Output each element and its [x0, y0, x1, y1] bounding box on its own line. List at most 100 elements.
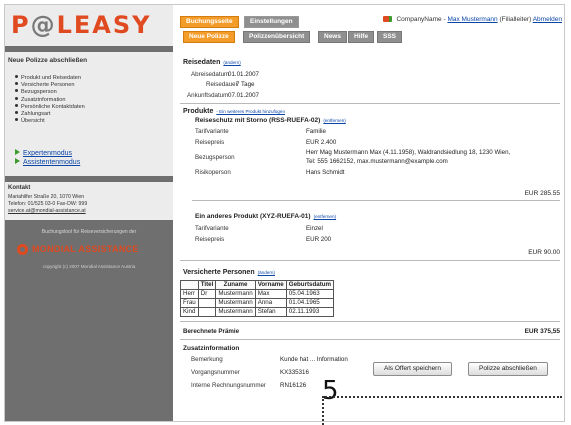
tab-sss[interactable]: SSS [377, 31, 403, 43]
sub-tab-bar: Neue Polizze Polizzenübersicht News Hilf… [180, 29, 564, 43]
divider [180, 103, 560, 104]
steps-heading: Neue Polizze abschließen [8, 57, 88, 64]
premium-value: EUR 375,55 [524, 328, 560, 335]
column-header: Zuname [215, 280, 256, 290]
step-item[interactable]: Übersicht [15, 118, 85, 125]
column-header: Geburtsdatum [285, 280, 335, 290]
divider [180, 260, 560, 261]
tab-news[interactable]: News [318, 31, 347, 43]
field-label: Bemerkung [191, 356, 223, 363]
field-label: Abreisedatum [191, 71, 230, 78]
field-value: Einzel [306, 225, 323, 232]
field-value: Familie [306, 128, 326, 135]
field-label: Bezugsperson [195, 154, 235, 161]
field-value: Kunde hat ... Information [280, 356, 348, 363]
field-value: Herr Mag Mustermann Max (4.11.1958), Wal… [306, 149, 511, 156]
zusatz-title: Zusatzinformation [183, 345, 240, 352]
field-value: Hans Schmidt [306, 169, 345, 176]
column-header: Vorname [254, 280, 287, 290]
poleasy-logo: P@LEASY [5, 5, 173, 46]
step-item[interactable]: Produkt und Reisedaten [15, 75, 85, 82]
partner-note: Buchungstool für Reiseversicherungen der [41, 229, 137, 235]
steps-list: Produkt und Reisedaten Versicherte Perso… [15, 75, 85, 125]
field-value: EUR 200 [306, 236, 332, 243]
divider [180, 321, 560, 322]
field-label: Reisedauer [206, 81, 238, 88]
top-bar: Buchungsseite Einstellungen CompanyName … [180, 5, 564, 45]
product-total: EUR 90.00 [528, 249, 560, 256]
field-label: Reisepreis [195, 236, 225, 243]
field-label: Risikoperson [195, 169, 231, 176]
column-header: Titel [197, 280, 217, 290]
reisedaten-title: Reisedaten (ändern) [183, 59, 241, 66]
tab-neue-polizze[interactable]: Neue Polizze [183, 31, 235, 43]
field-value: Tel: 555 1662152, max.mustermann@example… [306, 158, 448, 165]
user-link[interactable]: Max Mustermann [447, 16, 497, 23]
user-info: CompanyName - Max Mustermann (Filialleit… [382, 16, 562, 23]
step-item[interactable]: Zusatzinformation [15, 96, 85, 104]
tab-polizzenuebersicht[interactable]: Polizzenübersicht [243, 31, 311, 43]
product-name: Ein anderes Produkt (XYZ-RUEFA-01) (entfe… [195, 213, 337, 220]
personen-change-link[interactable]: (ändern) [258, 270, 275, 275]
field-value: 01.01.2007 [228, 71, 259, 78]
company-icon [382, 16, 389, 22]
remove-product-link[interactable]: (entfernen) [323, 118, 345, 123]
reisedaten-change-link[interactable]: (ändern) [223, 60, 240, 65]
produkte-title: Produkte - Ein weiteres Produkt hinzufüge… [183, 108, 286, 115]
save-offer-button[interactable]: Als Offert speichern [373, 362, 452, 376]
step-item[interactable]: Bezugsperson [15, 89, 85, 96]
company-name: CompanyName [396, 16, 442, 23]
callout-dotted-line [322, 396, 562, 398]
field-label: Tarifvariante [195, 128, 229, 135]
mondial-logo-icon [17, 243, 28, 255]
mondial-assistance-logo: MONDIAL ASSISTANCE [17, 241, 139, 257]
field-label: Ankunftsdatum [187, 92, 229, 99]
expert-mode-link[interactable]: Expertenmodus [15, 149, 72, 157]
arrow-right-icon [15, 158, 20, 164]
contact-heading: Kontakt [8, 185, 31, 191]
user-role: (Filialleiter) [499, 16, 532, 23]
field-label: Tarifvariante [195, 225, 229, 232]
arrow-right-icon [15, 149, 20, 155]
field-label: Vorgangsnummer [191, 369, 240, 376]
tab-einstellungen[interactable]: Einstellungen [244, 16, 299, 28]
field-value: 07.01.2007 [228, 92, 259, 99]
table-row: Herr Dr Mustermann Max 05.04.1963 [180, 289, 335, 299]
field-label: Reisepreis [195, 139, 225, 146]
product-name: Reiseschutz mit Storno (RSS-RUEFA-02) (en… [195, 117, 346, 124]
contact-phone: Telefon: 01/525 03-0 Fax-DW: 999 [8, 201, 88, 207]
column-header [180, 280, 199, 290]
tab-buchungsseite[interactable]: Buchungsseite [180, 16, 239, 28]
field-value: EUR 2.400 [306, 139, 337, 146]
callout-number: 5 [322, 376, 339, 406]
field-label: Interne Rechnungsnummer [191, 382, 266, 389]
contact-email-link[interactable]: service.at@mondial-assistance.at [8, 208, 86, 214]
table-header-row: Titel Zuname Vorname Geburtsdatum [180, 280, 335, 290]
step-item[interactable]: Versicherte Personen [15, 82, 85, 89]
remove-product-link[interactable]: (entfernen) [314, 214, 336, 219]
callout-dotted-line [322, 396, 324, 425]
field-value: KX335316 [280, 369, 309, 376]
add-product-link[interactable]: - Ein weiteres Produkt hinzufügen [216, 109, 285, 114]
contact-address: Mariahilfer Straße 20, 1070 Wien [8, 194, 85, 200]
finish-policy-button[interactable]: Polizze abschließen [468, 362, 548, 376]
copyright: copyright (c) 2007 Mondial Assistance Au… [42, 264, 136, 269]
insured-persons-table: Titel Zuname Vorname Geburtsdatum Herr D… [180, 280, 335, 317]
step-item[interactable]: Persönliche Kontaktdaten [15, 103, 85, 111]
table-row: Frau Mustermann Anna 01.04.1965 [180, 298, 335, 308]
field-value: 7 Tage [236, 81, 255, 88]
personen-title: Versicherte Personen (ändern) [183, 269, 275, 276]
assistant-mode-link[interactable]: Assistentenmodus [15, 158, 80, 166]
divider [180, 339, 560, 340]
divider [192, 200, 560, 201]
sidebar: P@LEASY Neue Polizze abschließen Produkt… [5, 5, 173, 421]
new-policy-steps-panel: Neue Polizze abschließen Produkt und Rei… [5, 52, 173, 176]
tab-hilfe[interactable]: Hilfe [348, 31, 375, 43]
table-row: Kind Mustermann Stefan 02.11.1993 [180, 307, 335, 317]
page-frame: P@LEASY Neue Polizze abschließen Produkt… [4, 4, 565, 422]
premium-label: Berechnete Prämie [183, 328, 240, 335]
field-value: RN16126 [280, 382, 307, 389]
logout-link[interactable]: Abmelden [533, 16, 562, 23]
product-total: EUR 285.55 [524, 190, 560, 197]
contact-panel: Kontakt Mariahilfer Straße 20, 1070 Wien… [5, 182, 173, 220]
